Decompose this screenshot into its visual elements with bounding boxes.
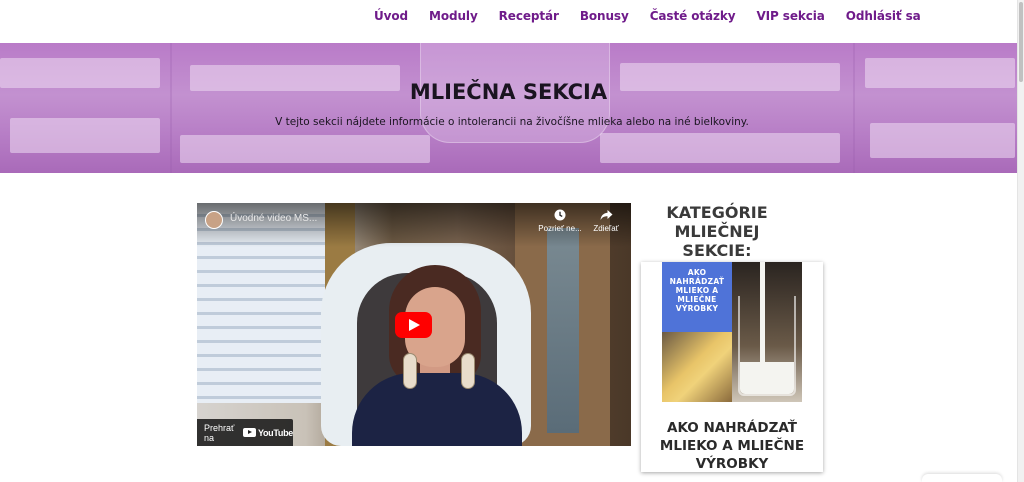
main-menu: Úvod Moduly Receptár Bonusy Časté otázky…	[374, 0, 921, 32]
nav-item-moduly[interactable]: Moduly	[429, 9, 478, 23]
category-card-title[interactable]: AKO NAHRÁDZAŤ MLIEKO A MLIEČNE VÝROBKY	[641, 419, 823, 473]
floating-widget-tab[interactable]	[922, 474, 1002, 482]
watch-later-label: Pozrieť ne...	[538, 224, 582, 233]
play-icon[interactable]	[395, 312, 432, 338]
video-thumbnail-earring	[403, 353, 417, 389]
share-label: Zdieľať	[593, 224, 619, 233]
category-image-text: AKO NAHRÁDZAŤ MLIEKO A MLIEČNE VÝROBKY	[669, 268, 725, 313]
top-navigation-bar: Úvod Moduly Receptár Bonusy Časté otázky…	[0, 0, 1024, 43]
category-image-cheese	[662, 332, 732, 402]
share-icon	[581, 209, 631, 223]
nav-item-uvod[interactable]: Úvod	[374, 9, 408, 23]
hero-banner: MLIEČNA SEKCIA V tejto sekcii nájdete in…	[0, 43, 1017, 173]
nav-item-caste-otazky[interactable]: Časté otázky	[650, 9, 736, 23]
banner-cloth-decoration	[870, 123, 1015, 158]
youtube-logo-icon: YouTube	[242, 427, 293, 438]
clock-icon	[535, 209, 585, 223]
watch-later-button[interactable]: Pozrieť ne...	[535, 209, 585, 233]
video-thumbnail-earring	[461, 353, 475, 389]
video-title[interactable]: Úvodné video MS...	[230, 213, 317, 224]
page-scrollbar[interactable]	[1017, 0, 1024, 482]
video-thumbnail-person-body	[352, 373, 522, 446]
nav-item-bonusy[interactable]: Bonusy	[580, 9, 629, 23]
category-card-image[interactable]: AKO NAHRÁDZAŤ MLIEKO A MLIEČNE VÝROBKY	[662, 262, 802, 402]
banner-cloth-decoration	[180, 135, 430, 163]
banner-cloth-decoration	[600, 133, 840, 163]
youtube-play-logo-icon	[242, 428, 256, 437]
category-card[interactable]: AKO NAHRÁDZAŤ MLIEKO A MLIEČNE VÝROBKY A…	[641, 262, 823, 472]
video-thumbnail-door-glass	[547, 228, 579, 433]
scrollbar-thumb[interactable]	[1019, 2, 1023, 82]
category-image-glass	[738, 296, 796, 396]
nav-item-odhlasit-sa[interactable]: Odhlásiť sa	[846, 9, 921, 23]
youtube-wordmark: YouTube	[257, 427, 293, 438]
watch-on-youtube-button[interactable]: Prehrať na YouTube	[197, 419, 293, 446]
page-title: MLIEČNA SEKCIA	[409, 80, 608, 104]
watch-on-label: Prehrať na	[204, 422, 235, 443]
banner-tile-divider	[853, 43, 855, 173]
youtube-video-player[interactable]: Úvodné video MS... Pozrieť ne... Zdieľať…	[197, 203, 631, 446]
page-subtitle: V tejto sekcii nájdete informácie o into…	[275, 116, 749, 128]
nav-item-receptar[interactable]: Receptár	[499, 9, 559, 23]
categories-heading: KATEGÓRIE MLIEČNEJ SEKCIE:	[666, 203, 768, 260]
channel-avatar[interactable]	[205, 211, 223, 229]
share-button[interactable]: Zdieľať	[581, 209, 631, 233]
banner-tile-divider	[170, 43, 172, 173]
nav-item-vip-sekcia[interactable]: VIP sekcia	[756, 9, 824, 23]
